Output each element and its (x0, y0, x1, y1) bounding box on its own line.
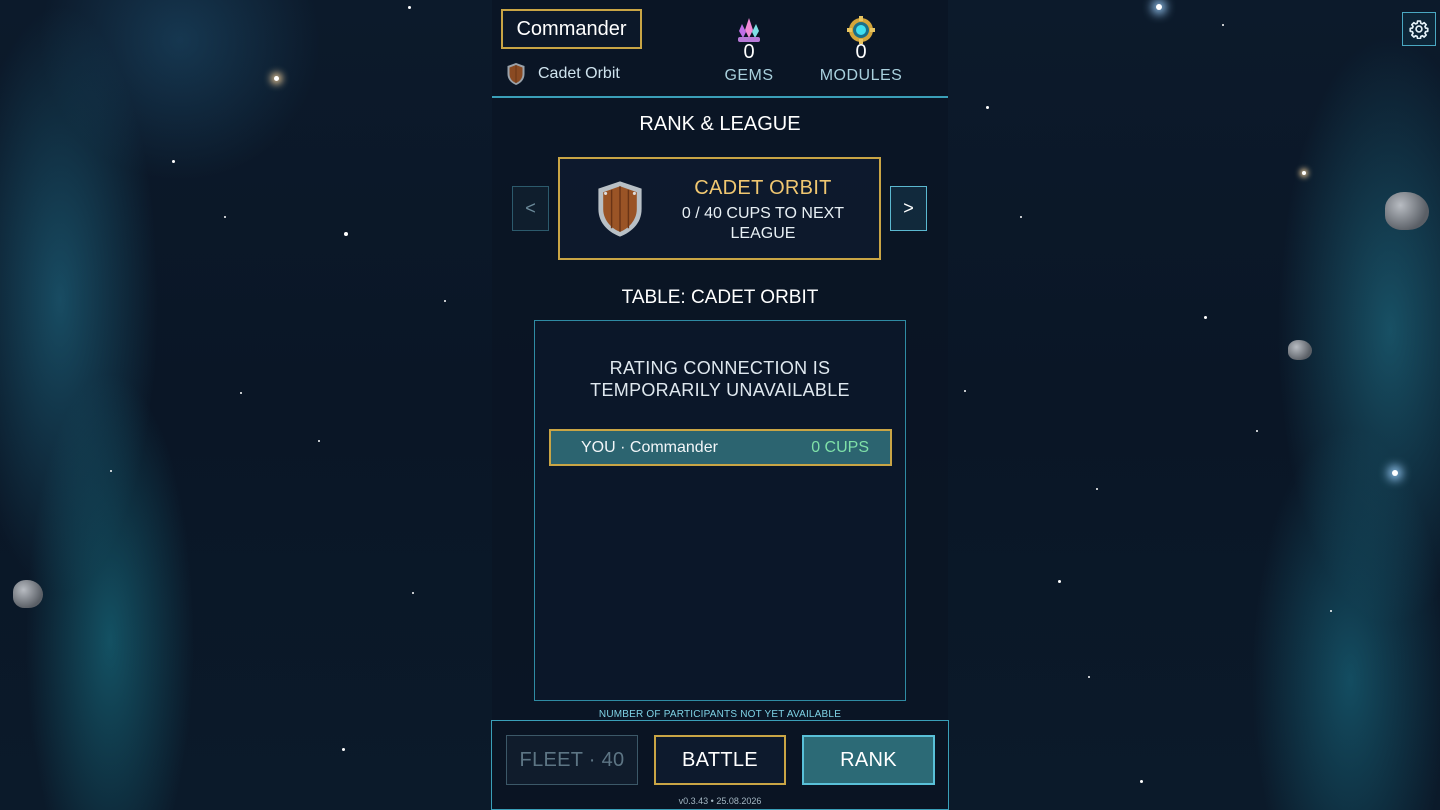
wooden-shield-icon (598, 181, 642, 237)
modules-label: MODULES (819, 67, 903, 84)
settings-button[interactable] (1402, 12, 1436, 46)
wooden-shield-icon (507, 63, 525, 85)
top-bar: Commander Cadet Orbit 0 GEMS 0 MODULES (492, 0, 948, 98)
gems-count: 0 (743, 41, 755, 63)
page-title: RANK & LEAGUE (639, 113, 801, 135)
you-row-cups: 0 CUPS (811, 438, 869, 456)
modules-counter: 0 MODULES (814, 16, 908, 85)
version-label: v0.3.43 • 25.08.2026 (678, 796, 762, 806)
player-name-box[interactable]: Commander (501, 9, 642, 49)
bottom-nav: FLEET · 40 BATTLE RANK v0.3.43 • 25.08.2… (491, 720, 949, 810)
player-name: Commander (516, 17, 627, 40)
you-row-name: YOU · Commander (581, 438, 718, 456)
table-row[interactable]: YOU · Commander 0 CUPS (549, 429, 892, 466)
league-name: CADET ORBIT (694, 177, 832, 199)
gems-counter: 0 GEMS (718, 16, 780, 85)
table-status-message: RATING CONNECTION IS TEMPORARILY UNAVAIL… (590, 358, 850, 400)
rank-button[interactable]: RANK (802, 735, 935, 785)
gems-label: GEMS (724, 67, 774, 84)
gem-crystal-icon (738, 18, 760, 42)
table-title: TABLE: CADET ORBIT (621, 287, 819, 308)
module-icon (847, 16, 875, 44)
player-league-label: Cadet Orbit (538, 65, 620, 82)
player-league: Cadet Orbit (506, 62, 620, 86)
league-progress: 0 / 40 CUPS TO NEXT LEAGUE (681, 205, 845, 242)
battle-button[interactable]: BATTLE (654, 735, 786, 785)
next-league-button[interactable]: > (890, 186, 927, 231)
gear-icon (1409, 20, 1429, 39)
prev-league-button[interactable]: < (512, 186, 549, 231)
participants-note: NUMBER OF PARTICIPANTS NOT YET AVAILABLE (598, 709, 842, 720)
leaderboard-table[interactable]: RATING CONNECTION IS TEMPORARILY UNAVAIL… (534, 320, 906, 701)
league-card: CADET ORBIT 0 / 40 CUPS TO NEXT LEAGUE (558, 157, 881, 260)
modules-count: 0 (855, 41, 867, 63)
fleet-button[interactable]: FLEET · 40 (506, 735, 638, 785)
